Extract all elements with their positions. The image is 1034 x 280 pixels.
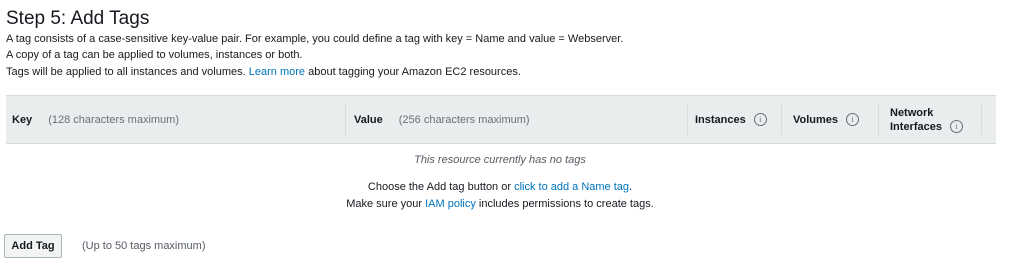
cta-text-period: .: [629, 181, 633, 193]
column-key-hint: (128 characters maximum): [48, 113, 180, 126]
description-line-1: A tag consists of a case-sensitive key-v…: [6, 33, 624, 45]
empty-state-text: This resource currently has no tags: [414, 154, 586, 166]
column-divider[interactable]: [345, 104, 346, 135]
info-icon[interactable]: i: [949, 120, 963, 133]
tag-limit-hint: (Up to 50 tags maximum): [82, 240, 206, 252]
description-line-2: A copy of a tag can be applied to volume…: [6, 49, 303, 61]
page-title: Step 5: Add Tags: [6, 8, 150, 29]
column-network-interfaces: Network Interfaces i: [890, 96, 963, 143]
description-line-3: Tags will be applied to all instances an…: [6, 66, 521, 78]
add-name-tag-link[interactable]: click to add a Name tag: [514, 181, 629, 193]
column-divider[interactable]: [981, 104, 982, 135]
column-divider[interactable]: [781, 104, 782, 135]
info-icon[interactable]: i: [846, 113, 860, 126]
column-network-label-line-1: Network: [890, 106, 934, 119]
column-divider[interactable]: [878, 104, 879, 135]
add-tag-button[interactable]: Add Tag: [4, 234, 62, 258]
cta-text: Make sure your: [346, 198, 423, 210]
column-divider[interactable]: [687, 104, 688, 135]
cta-line-1: Choose the Add tag button or click to ad…: [0, 181, 1000, 193]
column-key: Key (128 characters maximum): [12, 96, 179, 143]
column-value-label: Value: [354, 113, 383, 126]
cta-text-suffix: includes permissions to create tags.: [478, 198, 654, 210]
description-text-suffix: about tagging your Amazon EC2 resources.: [308, 66, 521, 78]
iam-policy-link[interactable]: IAM policy: [425, 198, 476, 210]
info-icon[interactable]: i: [753, 113, 767, 126]
learn-more-link[interactable]: Learn more: [249, 66, 305, 78]
column-instances: Instances i: [695, 96, 767, 143]
column-instances-label: Instances: [695, 113, 746, 126]
column-volumes: Volumes i: [793, 96, 860, 143]
description-text: Tags will be applied to all instances an…: [6, 66, 246, 78]
column-network-label-line-2: Interfaces: [890, 120, 942, 133]
column-volumes-label: Volumes: [793, 113, 839, 126]
tags-table-header: Key (128 characters maximum) Value (256 …: [6, 95, 996, 144]
column-value: Value (256 characters maximum): [354, 96, 530, 143]
cta-text: Choose the Add tag button or: [367, 181, 512, 193]
column-value-hint: (256 characters maximum): [398, 113, 530, 126]
cta-line-2: Make sure your IAM policy includes permi…: [0, 198, 1000, 210]
column-key-label: Key: [12, 113, 33, 126]
